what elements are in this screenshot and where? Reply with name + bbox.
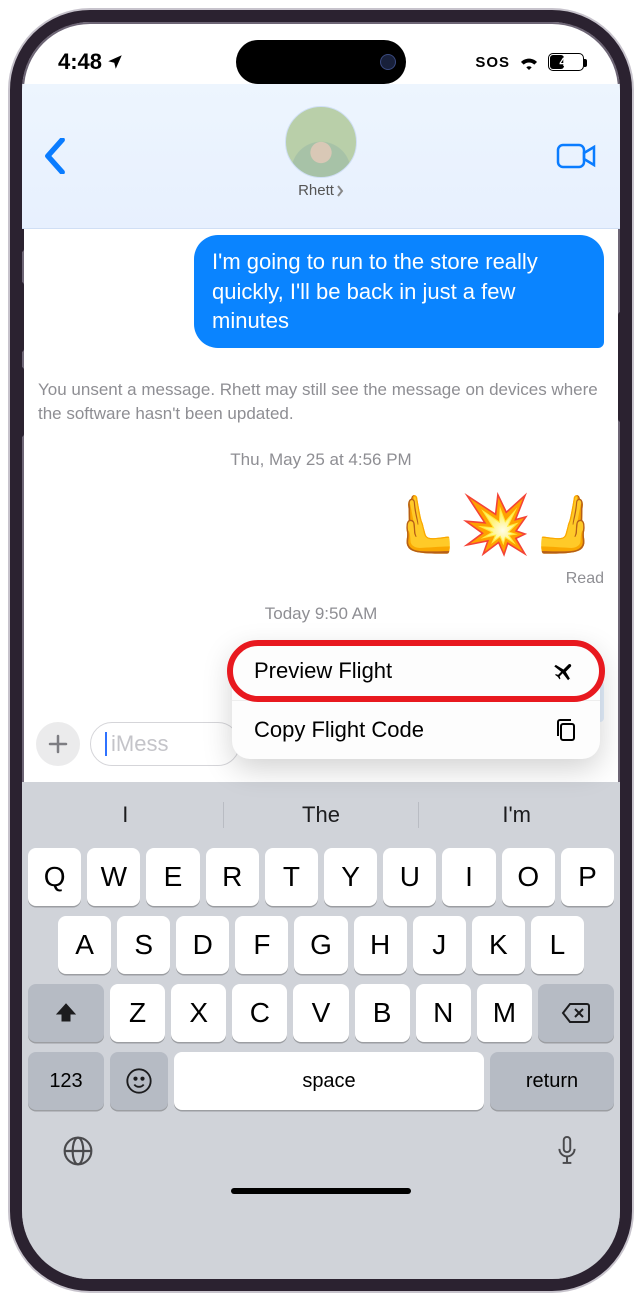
read-receipt: Read	[566, 570, 604, 588]
copy-flight-label: Copy Flight Code	[254, 717, 424, 743]
placeholder-text: iMess	[111, 731, 168, 757]
preview-flight-label: Preview Flight	[254, 658, 392, 684]
number-switch-key[interactable]: 123	[28, 1052, 104, 1110]
battery-percent: 42	[549, 54, 583, 70]
quicktype-suggestion[interactable]: I'm	[418, 802, 614, 828]
globe-key[interactable]	[62, 1135, 94, 1167]
timestamp: Thu, May 25 at 4:56 PM	[38, 450, 604, 470]
iphone-frame: 4:48 SOS 42 Rhett I'm goi	[10, 10, 632, 1291]
key-l[interactable]: L	[531, 916, 584, 974]
flight-popup: Preview Flight Copy Flight Code	[232, 642, 600, 759]
message-input[interactable]: iMess	[90, 722, 240, 766]
key-b[interactable]: B	[355, 984, 410, 1042]
quicktype-suggestion[interactable]: The	[223, 802, 419, 828]
location-icon	[106, 53, 124, 71]
keyboard: I The I'm QWERTYUIOP ASDFGHJKL ZXCVBNM 1…	[22, 782, 620, 1279]
facetime-button[interactable]	[556, 141, 598, 171]
key-x[interactable]: X	[171, 984, 226, 1042]
battery-icon: 42	[548, 53, 584, 71]
key-m[interactable]: M	[477, 984, 532, 1042]
key-h[interactable]: H	[354, 916, 407, 974]
key-e[interactable]: E	[146, 848, 199, 906]
message-emoji[interactable]: 🫷💥🫷	[387, 496, 604, 554]
key-u[interactable]: U	[383, 848, 436, 906]
shift-icon	[54, 1001, 78, 1025]
return-key[interactable]: return	[490, 1052, 614, 1110]
dynamic-island	[236, 40, 406, 84]
space-key[interactable]: space	[174, 1052, 484, 1110]
copy-flight-code-option[interactable]: Copy Flight Code	[232, 701, 600, 759]
quicktype-bar: I The I'm	[28, 792, 614, 838]
timestamp: Today 9:50 AM	[38, 604, 604, 624]
message-bubble-sent[interactable]: I'm going to run to the store really qui…	[194, 235, 604, 348]
airplane-icon	[552, 658, 578, 684]
home-indicator[interactable]	[231, 1188, 411, 1194]
key-j[interactable]: J	[413, 916, 466, 974]
plus-icon	[47, 733, 69, 755]
emoji-key[interactable]	[110, 1052, 168, 1110]
key-w[interactable]: W	[87, 848, 140, 906]
chevron-right-icon	[336, 185, 344, 197]
avatar	[285, 106, 357, 178]
key-q[interactable]: Q	[28, 848, 81, 906]
key-a[interactable]: A	[58, 916, 111, 974]
key-k[interactable]: K	[472, 916, 525, 974]
unsent-notice: You unsent a message. Rhett may still se…	[38, 378, 604, 426]
key-g[interactable]: G	[294, 916, 347, 974]
key-p[interactable]: P	[561, 848, 614, 906]
key-t[interactable]: T	[265, 848, 318, 906]
video-icon	[556, 141, 598, 171]
back-button[interactable]	[44, 138, 66, 174]
key-i[interactable]: I	[442, 848, 495, 906]
emoji-icon	[125, 1067, 153, 1095]
key-s[interactable]: S	[117, 916, 170, 974]
status-time: 4:48	[58, 49, 102, 75]
contact-header[interactable]: Rhett	[285, 106, 357, 199]
quicktype-suggestion[interactable]: I	[28, 802, 223, 828]
contact-name: Rhett	[298, 182, 334, 199]
key-r[interactable]: R	[206, 848, 259, 906]
nav-bar: Rhett	[22, 84, 620, 229]
key-v[interactable]: V	[293, 984, 348, 1042]
mic-icon	[554, 1134, 580, 1168]
copy-icon	[554, 717, 578, 743]
status-sos: SOS	[475, 54, 510, 71]
wifi-icon	[518, 54, 540, 70]
key-f[interactable]: F	[235, 916, 288, 974]
shift-key[interactable]	[28, 984, 104, 1042]
key-z[interactable]: Z	[110, 984, 165, 1042]
key-o[interactable]: O	[502, 848, 555, 906]
key-c[interactable]: C	[232, 984, 287, 1042]
chevron-left-icon	[44, 138, 66, 174]
key-n[interactable]: N	[416, 984, 471, 1042]
preview-flight-option[interactable]: Preview Flight	[232, 642, 600, 701]
delete-key[interactable]	[538, 984, 614, 1042]
key-d[interactable]: D	[176, 916, 229, 974]
key-y[interactable]: Y	[324, 848, 377, 906]
add-button[interactable]	[36, 722, 80, 766]
backspace-icon	[561, 1002, 591, 1024]
globe-icon	[62, 1135, 94, 1167]
dictation-key[interactable]	[554, 1134, 580, 1168]
